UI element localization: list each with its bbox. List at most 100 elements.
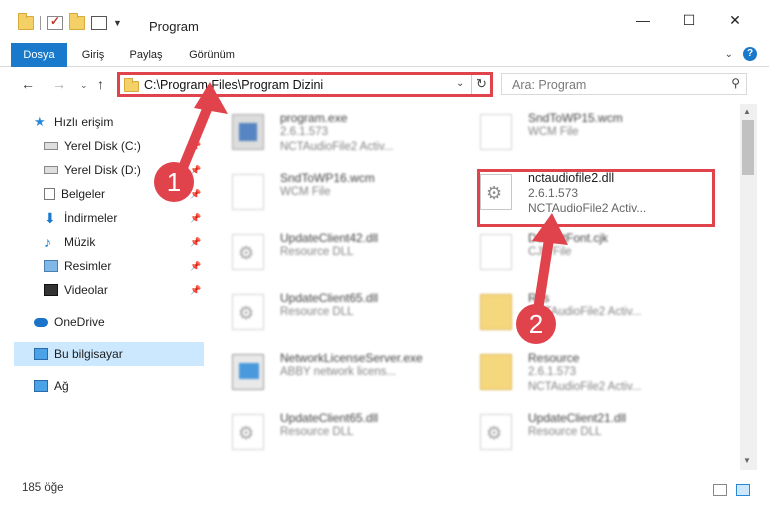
customize-icon[interactable] [91, 16, 107, 30]
file-item[interactable]: DefaultFont.cjk CJK File [460, 224, 720, 280]
sidebar-item-onedrive[interactable]: OneDrive [34, 310, 204, 334]
file-item[interactable]: SndToWP16.wcm WCM File [212, 164, 472, 220]
up-button[interactable]: ↑ [97, 76, 104, 92]
tiles-view-icon[interactable] [736, 484, 750, 496]
star-icon: ★ [34, 114, 46, 129]
annotation-badge-2: 2 [516, 304, 556, 344]
file-list: program.exe 2.6.1.573 NCTAudioFile2 Acti… [212, 104, 740, 470]
dll-gear-icon [480, 414, 512, 450]
maximize-button[interactable]: ☐ [666, 12, 712, 42]
search-placeholder: Ara: Program [512, 78, 587, 92]
file-detail: Resource DLL [280, 426, 354, 438]
dll-gear-icon [232, 414, 264, 450]
file-icon [480, 114, 512, 150]
expand-ribbon-icon[interactable]: ⌄ [725, 49, 733, 60]
close-button[interactable]: ✕ [712, 12, 758, 42]
vertical-scrollbar[interactable]: ▲ ▼ [740, 104, 757, 470]
details-view-icon[interactable] [713, 484, 727, 496]
file-item[interactable]: Resource 2.6.1.573 NCTAudioFile2 Activ..… [460, 344, 720, 400]
folder-icon [124, 78, 139, 92]
quick-access-toolbar: ▼ [18, 13, 130, 30]
computer-icon [34, 348, 48, 360]
tab-share[interactable]: Paylaş [126, 43, 166, 67]
application-icon [232, 354, 264, 390]
dll-gear-icon [232, 294, 264, 330]
address-divider [471, 75, 472, 94]
file-item[interactable]: Res NCTAudioFile2 Activ... [460, 284, 720, 340]
new-folder-icon[interactable] [69, 13, 85, 30]
pictures-icon [44, 260, 58, 272]
annotation-badge-1: 1 [154, 162, 194, 202]
sidebar-item-label: Yerel Disk (C:) [64, 139, 141, 153]
file-name: UpdateClient65.dll [280, 411, 379, 425]
sidebar-item-label: Hızlı erişim [54, 115, 114, 129]
sidebar-item-label: Yerel Disk (D:) [64, 163, 141, 177]
sidebar-item-pictures[interactable]: Resimler 📌 [44, 254, 204, 278]
file-name: program.exe [280, 111, 348, 125]
forward-button[interactable]: → [52, 76, 66, 92]
ribbon: Dosya Giriş Paylaş Görünüm ⌄ ? [0, 43, 769, 67]
address-dropdown-icon[interactable]: ⌄ [456, 78, 464, 89]
search-icon[interactable]: ⚲ [731, 76, 740, 90]
qat-dropdown-icon[interactable]: ▼ [113, 18, 122, 28]
toolbar-divider [40, 16, 41, 30]
scrollbar-thumb[interactable] [742, 120, 754, 175]
drive-icon [44, 166, 58, 174]
drive-icon [44, 142, 58, 150]
file-detail: ABBY network licens... [280, 366, 397, 378]
pin-icon[interactable]: 📌 [190, 237, 201, 248]
properties-check-icon[interactable] [47, 14, 63, 30]
sidebar-item-label: Müzik [64, 235, 96, 249]
minimize-button[interactable]: — [620, 12, 666, 42]
file-name: UpdateClient65.dll [280, 291, 379, 305]
back-button[interactable]: ← [21, 76, 35, 92]
scroll-down-icon[interactable]: ▼ [743, 456, 751, 465]
sidebar-item-network[interactable]: Ağ [34, 374, 204, 398]
file-name: Resource [528, 351, 580, 365]
videos-icon [44, 284, 58, 296]
file-name: SndToWP15.wcm [528, 111, 623, 125]
folder-icon [480, 294, 512, 330]
sidebar-item-music[interactable]: ♪ Müzik 📌 [44, 230, 204, 254]
tab-file[interactable]: Dosya [11, 43, 67, 67]
file-name: NetworkLicenseServer.exe [280, 351, 423, 365]
folder-icon [18, 13, 34, 30]
network-icon [34, 380, 48, 392]
refresh-icon[interactable]: ↻ [476, 76, 487, 92]
search-input[interactable]: Ara: Program ⚲ [501, 73, 747, 95]
item-count: 185 öğe [22, 482, 64, 494]
help-icon[interactable]: ? [743, 47, 757, 61]
tab-home[interactable]: Giriş [78, 43, 108, 67]
file-item[interactable]: UpdateClient65.dll Resource DLL [212, 404, 472, 460]
file-detail: Resource DLL [280, 246, 354, 258]
file-detail: NCTAudioFile2 Activ... [280, 141, 394, 153]
file-item[interactable]: program.exe 2.6.1.573 NCTAudioFile2 Acti… [212, 104, 472, 160]
sidebar-item-label: İndirmeler [64, 211, 118, 225]
file-item[interactable]: UpdateClient21.dll Resource DLL [460, 404, 720, 460]
file-name: SndToWP16.wcm [280, 171, 375, 185]
file-item[interactable]: SndToWP15.wcm WCM File [460, 104, 720, 160]
pin-icon[interactable]: 📌 [190, 213, 201, 224]
sidebar-item-videos[interactable]: Videolar 📌 [44, 278, 204, 302]
file-detail: WCM File [280, 186, 331, 198]
folder-icon [480, 354, 512, 390]
sidebar-item-label: Videolar [64, 283, 108, 297]
sidebar-item-label: Resimler [64, 259, 112, 273]
recent-locations-icon[interactable]: ⌄ [80, 80, 88, 91]
file-name: UpdateClient42.dll [280, 231, 379, 245]
navigation-bar: ← → ⌄ ↑ C:\Program Files\Program Dizini … [0, 68, 769, 102]
file-item[interactable]: NetworkLicenseServer.exe ABBY network li… [212, 344, 472, 400]
file-item[interactable]: UpdateClient42.dll Resource DLL [212, 224, 472, 280]
file-item[interactable]: UpdateClient65.dll Resource DLL [212, 284, 472, 340]
tab-view[interactable]: Görünüm [185, 43, 239, 67]
sidebar-item-label: OneDrive [54, 315, 105, 329]
download-icon: ⬇ [44, 210, 56, 226]
sidebar-item-this-pc[interactable]: Bu bilgisayar [14, 342, 204, 366]
pin-icon[interactable]: 📌 [190, 261, 201, 272]
scroll-up-icon[interactable]: ▲ [743, 107, 751, 116]
file-icon [480, 234, 512, 270]
sidebar-item-label: Belgeler [61, 187, 106, 201]
pin-icon[interactable]: 📌 [190, 285, 201, 296]
file-name: UpdateClient21.dll [528, 411, 627, 425]
file-detail: NCTAudioFile2 Activ... [528, 381, 642, 393]
